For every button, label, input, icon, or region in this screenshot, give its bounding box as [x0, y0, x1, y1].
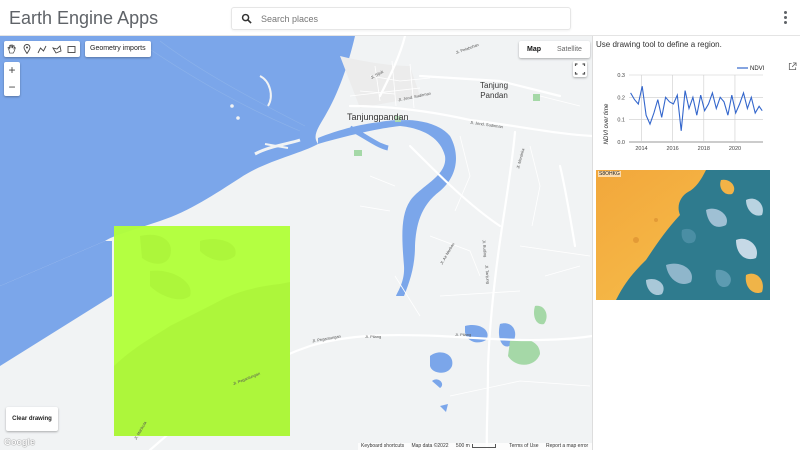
chart-y-label: NDVI over time [604, 103, 610, 144]
geometry-imports-button[interactable]: Geometry imports [85, 41, 151, 57]
google-logo: Google [4, 437, 35, 447]
fullscreen-button[interactable] [573, 61, 587, 77]
scale-label[interactable]: 500 m [456, 443, 502, 449]
search-box[interactable] [231, 7, 571, 30]
chart-x-tick-label: 2020 [729, 146, 741, 152]
ndvi-chart: 0.0 0.1 0.2 0.3 2014 2016 2018 2020 NDVI over … [593, 54, 800, 169]
drawing-toolbar [4, 41, 80, 57]
ndvi-thumbnail-graphic [596, 170, 770, 300]
point-icon[interactable] [19, 41, 34, 57]
chart-series-line-ndvi [630, 86, 763, 131]
open-in-new-icon[interactable] [788, 58, 797, 71]
search-icon [241, 11, 252, 29]
keyboard-shortcuts-link[interactable]: Keyboard shortcuts [361, 443, 404, 449]
chart-legend: NDVI [737, 66, 765, 72]
chart-y-tick-label: 0.0 [617, 140, 625, 146]
line-icon[interactable] [34, 41, 49, 57]
polygon-icon[interactable] [49, 41, 64, 57]
chart-x-tick-label: 2018 [698, 146, 710, 152]
map-type-toggle: Map Satellite [519, 41, 590, 58]
chart-y-tick-label: 0.1 [617, 118, 625, 124]
fullscreen-icon [574, 63, 586, 75]
ndvi-chart-svg: 0.0 0.1 0.2 0.3 2014 2016 2018 2020 NDVI over … [604, 66, 765, 152]
zoom-control: + − [4, 62, 20, 96]
place-label-district-line1: Tanjung [480, 81, 509, 90]
clear-drawing-button[interactable]: Clear drawing [6, 407, 58, 431]
hand-icon[interactable] [4, 41, 19, 57]
scale-text: 500 m [455, 443, 470, 449]
instruction-text: Use drawing tool to define a region. [596, 40, 722, 49]
chart-x-tick-label: 2014 [635, 146, 647, 152]
place-label-district-line2: Pandan [480, 91, 508, 100]
top-bar: Earth Engine Apps [0, 0, 800, 36]
zoom-out-button[interactable]: − [4, 79, 20, 96]
map-attribution: Keyboard shortcuts Map data ©2022 500 m … [358, 443, 592, 450]
road-label-pilang-1: Jl. Pilang [365, 334, 382, 339]
map-type-satellite-button[interactable]: Satellite [549, 41, 590, 58]
terms-link[interactable]: Terms of Use [509, 443, 538, 449]
chart-y-ticks: 0.0 0.1 0.2 0.3 [617, 73, 625, 146]
place-label-district: Tanjung Pandan [480, 81, 508, 101]
chart-x-tick-label: 2016 [667, 146, 679, 152]
scale-bar [471, 443, 496, 448]
map-data-label: Map data ©2022 [411, 443, 449, 449]
zoom-in-button[interactable]: + [4, 62, 20, 79]
chart-y-tick-label: 0.2 [617, 95, 625, 101]
road-label-pilang-2: Jl. Pilang [455, 332, 472, 337]
chart-grid [629, 74, 763, 143]
legend-label-ndvi: NDVI [750, 66, 765, 72]
chart-y-tick-label: 0.3 [617, 73, 625, 79]
chart-x-ticks: 2014 2016 2018 2020 [635, 146, 741, 152]
thumbnail-label: S8OHKG [598, 171, 621, 177]
app-title: Earth Engine Apps [9, 8, 159, 28]
side-panel: Use drawing tool to define a region. 0.0… [592, 36, 800, 450]
more-options-icon[interactable] [780, 10, 790, 26]
report-map-error-link[interactable]: Report a map error [546, 443, 588, 449]
chart-series [630, 86, 763, 131]
rectangle-icon[interactable] [64, 41, 79, 57]
map-canvas[interactable]: Tanjungpandan Tanjung Pandan Jl. Jend. S… [0, 36, 592, 450]
place-label-city: Tanjungpandan [347, 112, 409, 122]
ndvi-thumbnail-image: S8OHKG [596, 170, 770, 300]
search-input[interactable] [259, 10, 563, 28]
map-type-map-button[interactable]: Map [519, 41, 549, 58]
